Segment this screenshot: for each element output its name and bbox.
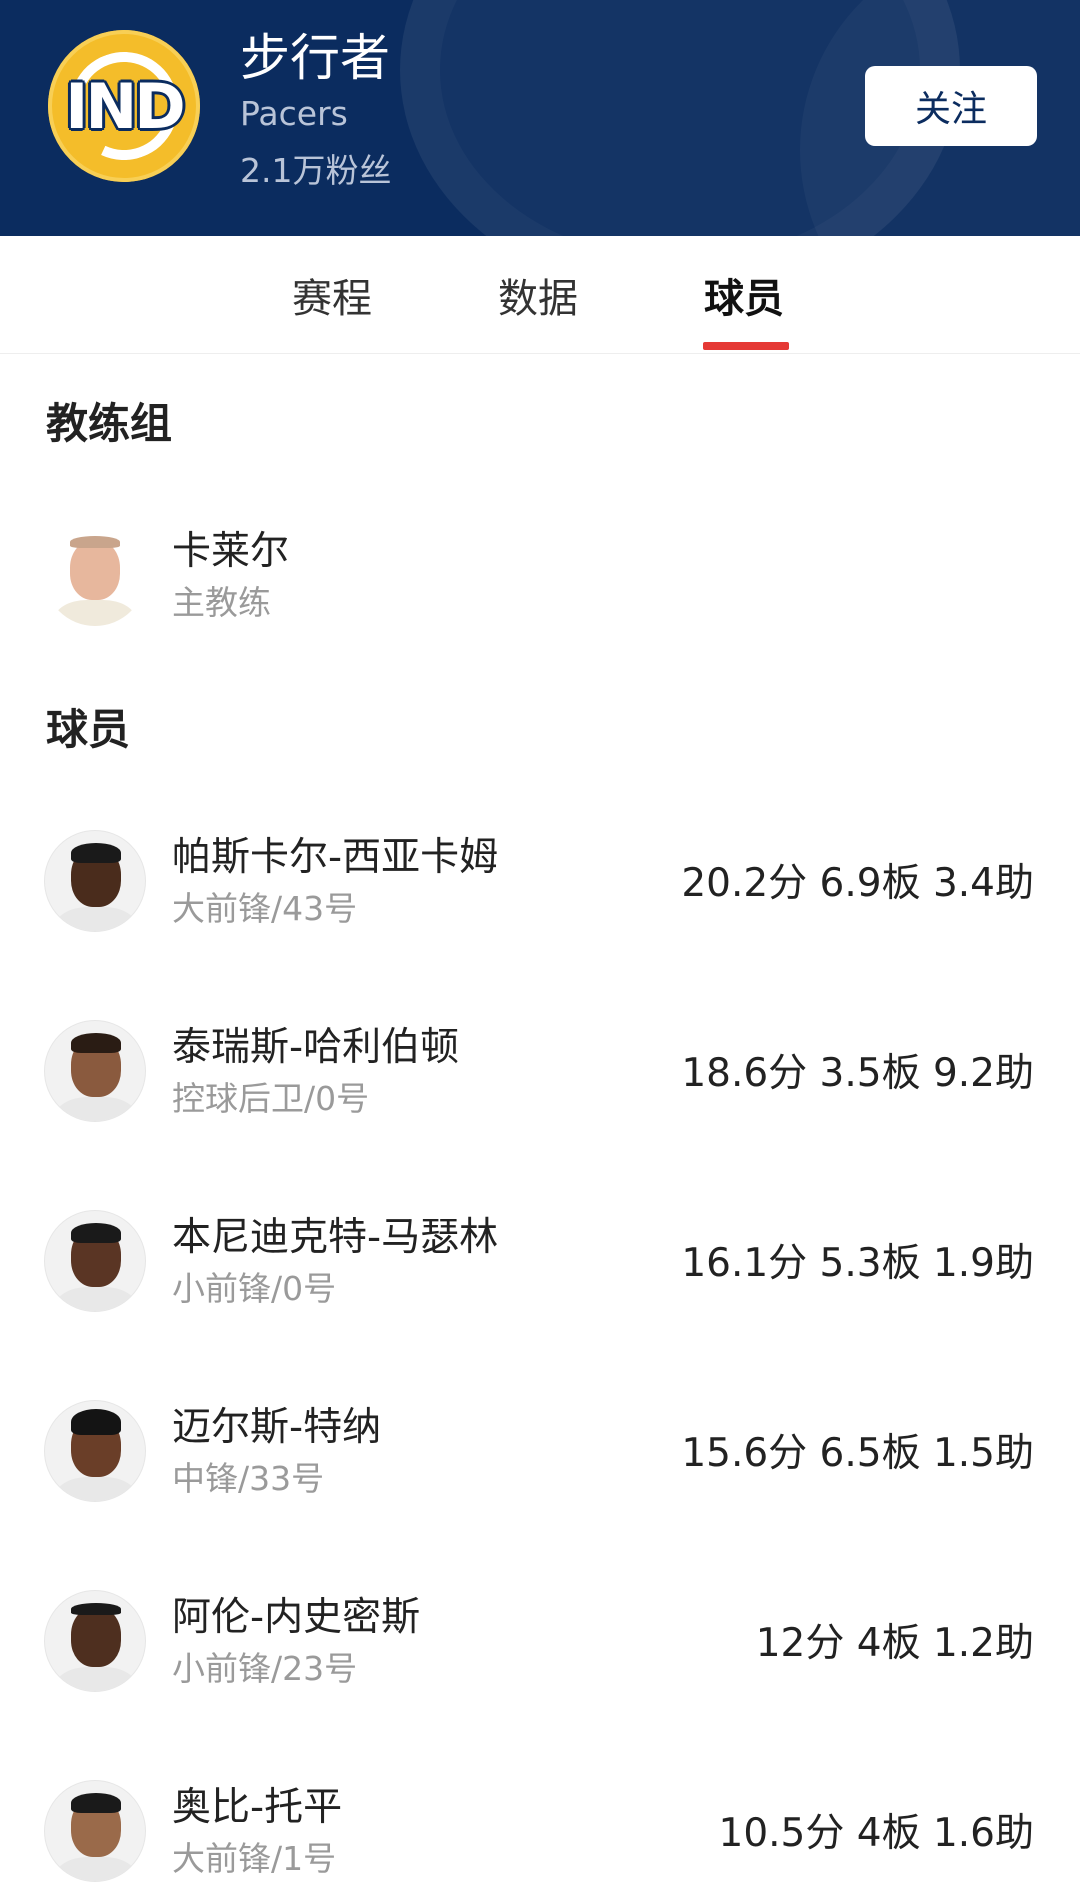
player-position: 小前锋/23号 bbox=[172, 1649, 358, 1688]
coach-role: 主教练 bbox=[172, 583, 271, 622]
player-stats: 12分 4板 1.2助 bbox=[755, 1621, 1034, 1666]
player-row[interactable]: 帕斯卡尔-西亚卡姆 大前锋/43号 20.2分 6.9板 3.4助 bbox=[0, 826, 1080, 936]
player-avatar bbox=[44, 1020, 146, 1122]
player-stats: 15.6分 6.5板 1.5助 bbox=[681, 1431, 1034, 1476]
tab-players[interactable]: 球员 bbox=[704, 266, 784, 324]
coaches-section-title: 教练组 bbox=[46, 399, 173, 448]
player-avatar bbox=[44, 830, 146, 932]
player-avatar bbox=[44, 1210, 146, 1312]
coach-name: 卡莱尔 bbox=[172, 529, 290, 574]
player-stats: 16.1分 5.3板 1.9助 bbox=[681, 1241, 1034, 1286]
player-position: 中锋/33号 bbox=[172, 1459, 325, 1498]
team-fan-count: 2.1万粉丝 bbox=[240, 151, 392, 190]
player-name: 迈尔斯-特纳 bbox=[172, 1405, 382, 1450]
player-name: 阿伦-内史密斯 bbox=[172, 1595, 421, 1640]
player-stats: 18.6分 3.5板 9.2助 bbox=[681, 1051, 1034, 1096]
coach-row[interactable]: 卡莱尔 主教练 bbox=[0, 520, 1080, 630]
player-avatar bbox=[44, 1780, 146, 1882]
player-name: 泰瑞斯-哈利伯顿 bbox=[172, 1025, 460, 1070]
player-row[interactable]: 奥比-托平 大前锋/1号 10.5分 4板 1.6助 bbox=[0, 1776, 1080, 1886]
player-position: 控球后卫/0号 bbox=[172, 1079, 370, 1118]
team-name: 步行者 bbox=[240, 29, 390, 87]
player-position: 大前锋/43号 bbox=[172, 889, 358, 928]
tab-stats[interactable]: 数据 bbox=[498, 266, 578, 324]
player-row[interactable]: 本尼迪克特-马瑟林 小前锋/0号 16.1分 5.3板 1.9助 bbox=[0, 1206, 1080, 1316]
tab-bar: 赛程 数据 球员 bbox=[0, 236, 1080, 354]
player-row[interactable]: 迈尔斯-特纳 中锋/33号 15.6分 6.5板 1.5助 bbox=[0, 1396, 1080, 1506]
player-stats: 10.5分 4板 1.6助 bbox=[718, 1811, 1034, 1856]
player-position: 大前锋/1号 bbox=[172, 1839, 337, 1878]
team-english-name: Pacers bbox=[240, 94, 348, 133]
player-avatar bbox=[44, 1400, 146, 1502]
players-section-title: 球员 bbox=[46, 705, 131, 754]
team-header: IND 步行者 Pacers 2.1万粉丝 关注 bbox=[0, 0, 1080, 236]
player-stats: 20.2分 6.9板 3.4助 bbox=[681, 861, 1034, 906]
player-name: 帕斯卡尔-西亚卡姆 bbox=[172, 835, 499, 880]
player-row[interactable]: 泰瑞斯-哈利伯顿 控球后卫/0号 18.6分 3.5板 9.2助 bbox=[0, 1016, 1080, 1126]
player-avatar bbox=[44, 1590, 146, 1692]
player-row[interactable]: 阿伦-内史密斯 小前锋/23号 12分 4板 1.2助 bbox=[0, 1586, 1080, 1696]
active-tab-indicator bbox=[703, 342, 789, 350]
team-logo-text: IND bbox=[65, 69, 185, 143]
player-name: 奥比-托平 bbox=[172, 1785, 343, 1830]
player-name: 本尼迪克特-马瑟林 bbox=[172, 1215, 499, 1260]
player-position: 小前锋/0号 bbox=[172, 1269, 337, 1308]
team-logo: IND bbox=[48, 30, 200, 182]
follow-button[interactable]: 关注 bbox=[865, 66, 1037, 146]
coach-avatar bbox=[44, 524, 146, 626]
tab-schedule[interactable]: 赛程 bbox=[292, 266, 372, 324]
